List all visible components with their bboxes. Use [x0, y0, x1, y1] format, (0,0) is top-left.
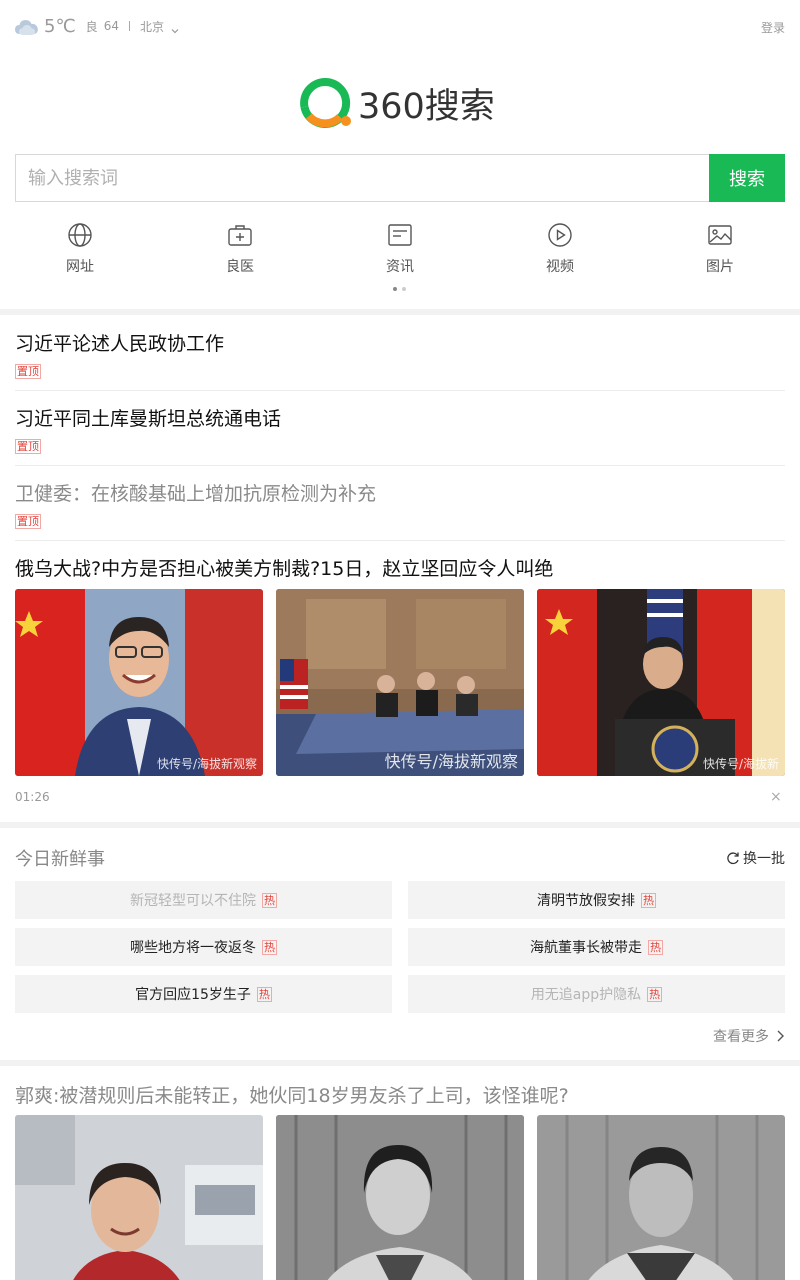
pinned-tag: 置顶 — [15, 514, 41, 529]
refresh-button[interactable]: 换一批 — [726, 848, 785, 868]
news-title[interactable]: 卫健委：在核酸基础上增加抗原检测为补充 — [15, 479, 785, 506]
quick-nav: 网址 良医 资讯 视频 图片 — [0, 222, 800, 282]
divider — [15, 540, 785, 541]
quicknav-label: 资讯 — [386, 259, 414, 275]
news-title[interactable]: 习近平论述人民政协工作 — [15, 329, 785, 356]
hot-topic-item[interactable]: 官方回应15岁生子 热 — [15, 975, 392, 1013]
hot-badge: 热 — [262, 892, 277, 908]
refresh-icon — [726, 851, 740, 865]
medkit-icon — [227, 222, 253, 248]
video-duration: 01:26 — [15, 790, 50, 804]
news-thumbnail[interactable] — [276, 1115, 524, 1280]
hot-badge: 热 — [648, 939, 663, 955]
search-button[interactable]: 搜索 — [709, 154, 785, 202]
news-thumbnail[interactable]: 快传号/海拔新 — [537, 589, 785, 776]
top-bar: 5℃ 良 64 北京 登录 — [0, 0, 800, 54]
quicknav-label: 良医 — [226, 259, 254, 275]
news-item-pinned[interactable]: 习近平同土库曼斯坦总统通电话 置顶 — [15, 404, 785, 454]
carousel-dot[interactable] — [402, 287, 406, 291]
hot-badge: 热 — [647, 986, 663, 1002]
refresh-label: 换一批 — [743, 851, 785, 867]
news-item-pinned[interactable]: 习近平论述人民政协工作 置顶 — [15, 329, 785, 379]
quicknav-item-video[interactable]: 视频 — [480, 222, 640, 282]
close-icon[interactable]: × — [770, 789, 782, 805]
news-title[interactable]: 郭爽:被潜规则后未能转正，她伙同18岁男友杀了上司，该怪谁呢? — [15, 1081, 569, 1108]
hot-topic-item[interactable]: 哪些地方将一夜返冬 热 — [15, 928, 392, 966]
globe-icon — [67, 222, 93, 248]
quicknav-label: 网址 — [66, 259, 94, 275]
play-icon — [547, 222, 573, 248]
image-icon — [707, 222, 733, 248]
temperature: 5℃ — [44, 15, 76, 37]
hot-badge: 热 — [256, 986, 272, 1002]
hot-topic-text: 海航董事长被带走 — [530, 940, 642, 956]
quicknav-item-doctor[interactable]: 良医 — [160, 222, 320, 282]
pinned-tag: 置顶 — [15, 364, 41, 379]
news-title[interactable]: 习近平同土库曼斯坦总统通电话 — [15, 404, 785, 431]
news-image-row — [15, 1115, 785, 1280]
hot-topic-text: 官方回应15岁生子 — [135, 987, 251, 1003]
search-bar: 搜索 — [15, 154, 785, 202]
watermark: 快传号/海拔新 — [702, 757, 779, 771]
quicknav-label: 视频 — [546, 259, 574, 275]
news-thumbnail[interactable]: 快传号/海拔新观察 — [15, 589, 263, 776]
see-more-label: 查看更多 — [713, 1029, 769, 1045]
hot-topic-item[interactable]: 海航董事长被带走 热 — [408, 928, 785, 966]
search-input[interactable] — [15, 154, 709, 202]
section-divider — [0, 822, 800, 828]
login-link[interactable]: 登录 — [761, 19, 785, 36]
quicknav-item-images[interactable]: 图片 — [640, 222, 800, 282]
news-item-pinned[interactable]: 卫健委：在核酸基础上增加抗原检测为补充 置顶 — [15, 479, 785, 529]
news-title[interactable]: 俄乌大战?中方是否担心被美方制裁?15日，赵立坚回应令人叫绝 — [15, 554, 785, 581]
news-thumbnail[interactable] — [537, 1115, 785, 1280]
section-divider — [0, 309, 800, 315]
watermark: 快传号/海拔新观察 — [384, 752, 518, 771]
divider — [15, 465, 785, 466]
watermark: 快传号/海拔新观察 — [156, 757, 257, 771]
hot-topic-text: 用无追app护隐私 — [530, 987, 642, 1003]
news-thumbnail[interactable]: 快传号/海拔新观察 — [276, 589, 524, 776]
hot-badge: 热 — [262, 939, 277, 955]
hot-topic-item[interactable]: 清明节放假安排 热 — [408, 881, 785, 919]
news-icon — [387, 222, 413, 248]
logo-icon — [300, 77, 352, 128]
weather-widget[interactable]: 5℃ 良 64 北京 — [14, 14, 180, 38]
chevron-down-icon[interactable] — [170, 21, 180, 34]
quicknav-label: 图片 — [706, 259, 734, 275]
hot-topic-item[interactable]: 新冠轻型可以不住院 热 — [15, 881, 392, 919]
hot-topic-text: 哪些地方将一夜返冬 — [130, 940, 256, 956]
logo: 360搜索 — [300, 77, 495, 128]
cloud-icon — [14, 14, 40, 38]
quicknav-item-urls[interactable]: 网址 — [0, 222, 160, 282]
aqi-label: 良 — [85, 19, 98, 34]
hot-badge: 热 — [641, 892, 656, 908]
news-item-feature[interactable]: 俄乌大战?中方是否担心被美方制裁?15日，赵立坚回应令人叫绝 — [15, 554, 785, 581]
aqi-value: 64 — [103, 19, 119, 33]
pinned-tag: 置顶 — [15, 439, 41, 454]
carousel-dots — [393, 287, 411, 291]
logo-text: 360搜索 — [358, 86, 495, 127]
news-image-row: 快传号/海拔新观察 快传号/海拔新观察 快传号/海拔新 — [15, 589, 785, 776]
hot-topic-text: 清明节放假安排 — [537, 893, 635, 909]
hot-topic-text: 新冠轻型可以不住院 — [130, 893, 256, 909]
quicknav-item-news[interactable]: 资讯 — [320, 222, 480, 282]
chevron-right-icon — [775, 1029, 785, 1043]
city-selector[interactable]: 北京 — [140, 18, 164, 35]
hot-topic-item[interactable]: 用无追app护隐私 热 — [408, 975, 785, 1013]
hot-section-title: 今日新鲜事 — [15, 849, 105, 870]
divider — [15, 390, 785, 391]
see-more-link[interactable]: 查看更多 — [713, 1026, 785, 1046]
section-divider — [0, 1060, 800, 1066]
divider — [128, 21, 130, 31]
carousel-dot[interactable] — [393, 287, 397, 291]
news-thumbnail[interactable] — [15, 1115, 263, 1280]
